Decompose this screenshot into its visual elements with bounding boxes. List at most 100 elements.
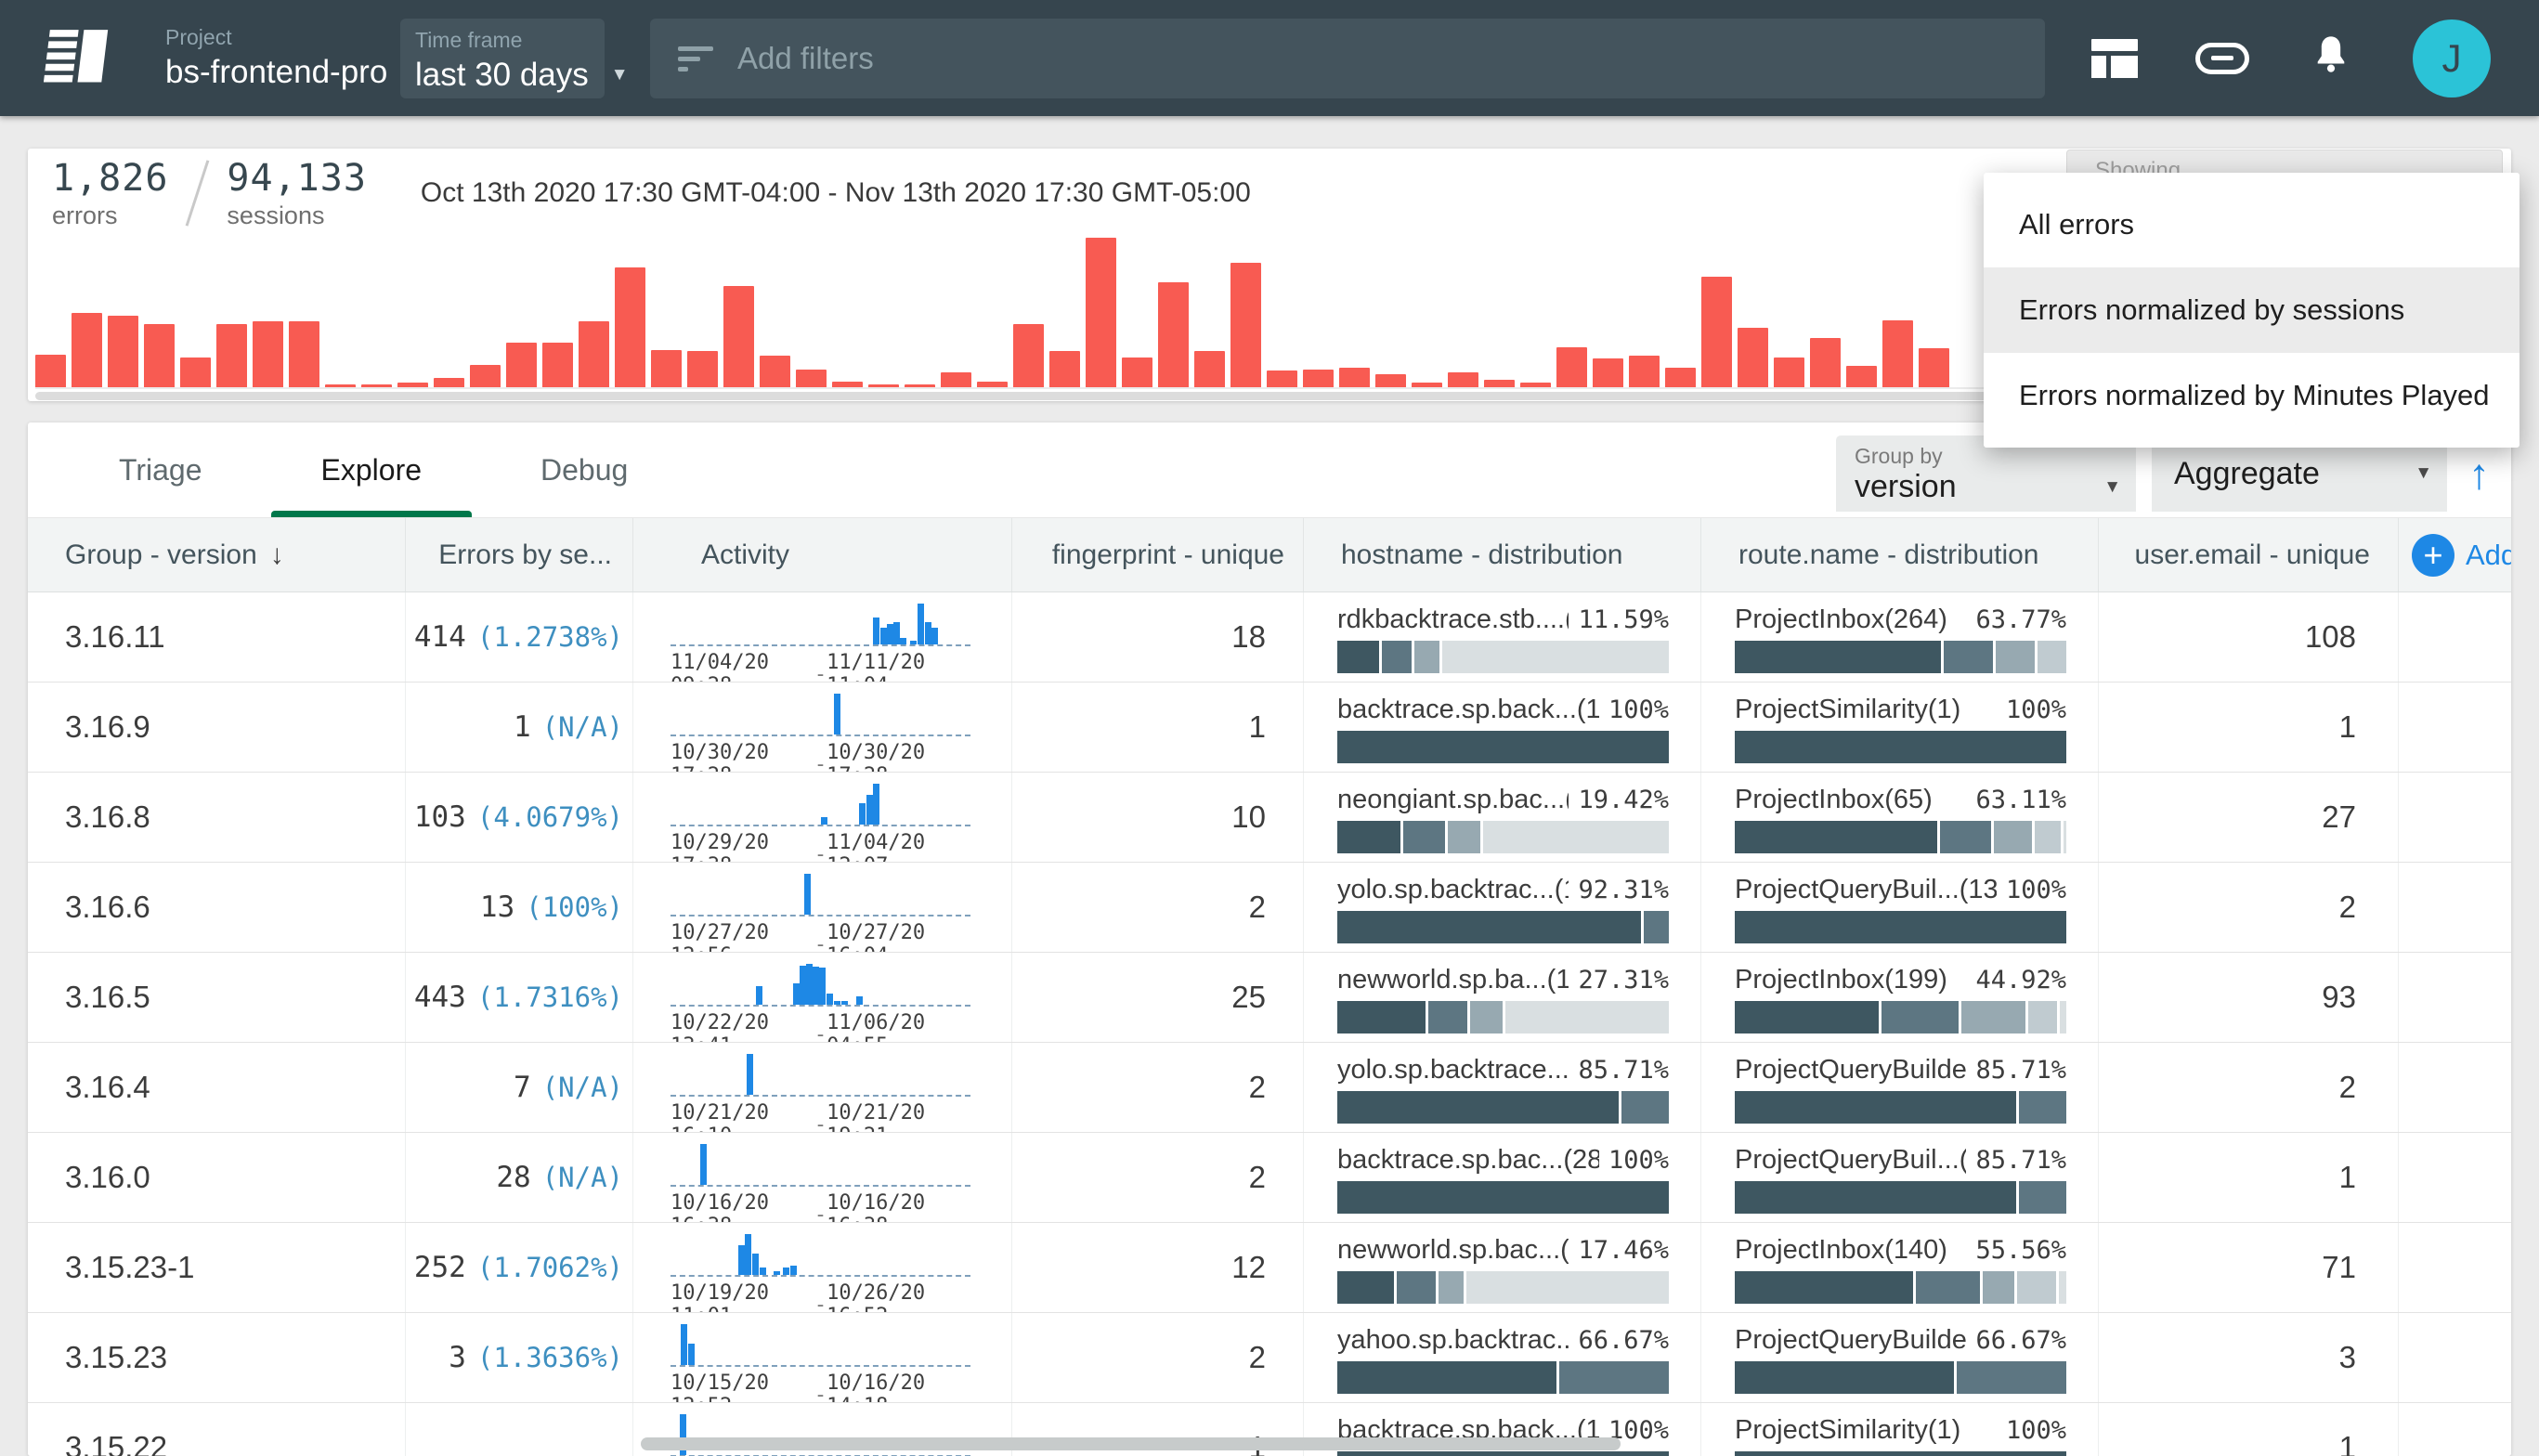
column-header-fingerprint[interactable]: fingerprint - unique xyxy=(1012,518,1304,592)
activity-sparkline xyxy=(671,694,970,736)
backtrace-logo[interactable] xyxy=(35,16,121,101)
route-distribution-bar xyxy=(1735,1001,2066,1034)
arrow-up-icon[interactable]: ↑ xyxy=(2468,448,2490,499)
timeframe-value: last 30 days xyxy=(415,57,589,94)
empty-add-cell xyxy=(2399,1133,2511,1222)
menu-item-all-errors[interactable]: All errors xyxy=(1984,182,2519,267)
fingerprint-cell: 1 xyxy=(1012,682,1304,772)
version-cell: 3.16.0 xyxy=(28,1133,406,1222)
date-separator: - xyxy=(814,933,827,953)
group-by-label: Group by xyxy=(1855,444,2121,469)
sort-descending-icon: ↓ xyxy=(270,540,284,571)
activity-cell: 10/30/20 17:28 - 10/30/20 17:28 xyxy=(633,682,1012,772)
version-cell: 3.15.23 xyxy=(28,1313,406,1402)
route-distribution-bar xyxy=(1735,731,2066,763)
route-distribution-bar xyxy=(1735,641,2066,673)
route-distribution-cell: ProjectInbox(140) 55.56% xyxy=(1701,1223,2099,1312)
project-value: bs-frontend-pro xyxy=(165,54,387,91)
activity-sparkline xyxy=(671,1144,970,1187)
dashboard-icon[interactable] xyxy=(2091,39,2138,78)
backtrace-app: Project bs-frontend-pro ▼ Time frame las… xyxy=(0,0,2539,1456)
tab-debug[interactable]: Debug xyxy=(487,422,682,517)
version-cell: 3.16.6 xyxy=(28,863,406,952)
user-email-cell: 1 xyxy=(2099,682,2399,772)
empty-add-cell xyxy=(2399,1223,2511,1312)
activity-cell: 10/22/20 13:41 - 11/06/20 04:55 xyxy=(633,953,1012,1042)
table-row[interactable]: 3.16.8 103 (4.0679%) 10/29/20 17:38 - 11… xyxy=(28,773,2511,863)
tab-triage[interactable]: Triage xyxy=(65,422,256,517)
route-distribution-cell: ProjectQueryBuilder(2) 66.67% xyxy=(1701,1313,2099,1402)
column-header-user-email[interactable]: user.email - unique xyxy=(2099,518,2399,592)
hostname-distribution-bar xyxy=(1337,1361,1669,1394)
route-distribution-bar xyxy=(1735,1361,2066,1394)
activity-cell: 10/19/20 11:01 - 10/26/20 16:52 xyxy=(633,1223,1012,1312)
sessions-count: 94,133 xyxy=(227,157,367,200)
add-filters-input[interactable]: Add filters xyxy=(650,19,2045,98)
route-distribution-cell: ProjectInbox(199) 44.92% xyxy=(1701,953,2099,1042)
stat-divider xyxy=(186,160,210,226)
avatar[interactable]: J xyxy=(2413,20,2491,98)
hostname-distribution-bar xyxy=(1337,1451,1669,1456)
menu-item-errors-normalized-by-minutes-played[interactable]: Errors normalized by Minutes Played xyxy=(1984,353,2519,438)
errors-cell: 414 (1.2738%) xyxy=(406,592,633,682)
route-distribution-cell: ProjectQueryBuilder(6) 85.71% xyxy=(1701,1043,2099,1132)
hostname-distribution-cell: neongiant.sp.bac...(20) 19.42% xyxy=(1304,773,1701,862)
hostname-distribution-cell: rdkbacktrace.stb....(48) 11.59% xyxy=(1304,592,1701,682)
table-row[interactable]: 3.16.4 7 (N/A) 10/21/20 16:10 - 10/21/20… xyxy=(28,1043,2511,1133)
fingerprint-cell: 25 xyxy=(1012,953,1304,1042)
table-row[interactable]: 3.16.6 13 (100%) 10/27/20 12:56 - 10/27/… xyxy=(28,863,2511,953)
date-separator: - xyxy=(814,753,827,773)
empty-add-cell xyxy=(2399,953,2511,1042)
horizontal-scrollbar-thumb[interactable] xyxy=(641,1437,1621,1450)
activity-cell: 10/27/20 12:56 - 10/27/20 16:04 xyxy=(633,863,1012,952)
table-row[interactable]: 3.16.9 1 (N/A) 10/30/20 17:28 - 10/30/20… xyxy=(28,682,2511,773)
date-separator: - xyxy=(814,1384,827,1403)
tab-explore[interactable]: Explore xyxy=(267,422,476,517)
notifications-bell-icon[interactable] xyxy=(2307,32,2355,84)
date-separator: - xyxy=(814,1113,827,1133)
link-icon[interactable] xyxy=(2195,43,2249,74)
column-header-group-version[interactable]: Group - version ↓ xyxy=(28,518,406,592)
version-cell: 3.16.8 xyxy=(28,773,406,862)
group-by-value: version xyxy=(1855,469,1957,505)
user-email-cell: 2 xyxy=(2099,1043,2399,1132)
version-cell: 3.16.4 xyxy=(28,1043,406,1132)
errors-cell: 3 (1.3636%) xyxy=(406,1313,633,1402)
empty-add-cell xyxy=(2399,1043,2511,1132)
hostname-distribution-bar xyxy=(1337,1001,1669,1034)
version-cell: 3.16.9 xyxy=(28,682,406,772)
fingerprint-cell: 2 xyxy=(1012,1313,1304,1402)
empty-add-cell xyxy=(2399,863,2511,952)
column-header-hostname[interactable]: hostname - distribution xyxy=(1304,518,1701,592)
errors-cell: 1 (N/A) xyxy=(406,682,633,772)
user-email-cell: 93 xyxy=(2099,953,2399,1042)
column-header-activity[interactable]: Activity xyxy=(633,518,1012,592)
column-header-route-name[interactable]: route.name - distribution xyxy=(1701,518,2099,592)
empty-add-cell xyxy=(2399,682,2511,772)
hostname-distribution-bar xyxy=(1337,1271,1669,1304)
route-distribution-cell: ProjectQueryBuil...(24) 85.71% xyxy=(1701,1133,2099,1222)
column-header-errors[interactable]: Errors by se... xyxy=(406,518,633,592)
hostname-distribution-bar xyxy=(1337,821,1669,853)
version-cell: 3.16.5 xyxy=(28,953,406,1042)
hostname-distribution-cell: yahoo.sp.backtrac...(2) 66.67% xyxy=(1304,1313,1701,1402)
route-distribution-cell: ProjectInbox(65) 63.11% xyxy=(1701,773,2099,862)
add-column-button[interactable]: + Add column xyxy=(2399,518,2511,592)
menu-item-errors-normalized-by-sessions[interactable]: Errors normalized by sessions xyxy=(1984,267,2519,353)
activity-cell: 10/15/20 12:52 - 10/16/20 14:18 xyxy=(633,1313,1012,1402)
table-row[interactable]: 3.15.23-1 252 (1.7062%) 10/19/20 11:01 -… xyxy=(28,1223,2511,1313)
topbar: Project bs-frontend-pro ▼ Time frame las… xyxy=(0,0,2539,116)
table-row[interactable]: 3.16.5 443 (1.7316%) 10/22/20 13:41 - 11… xyxy=(28,953,2511,1043)
project-selector[interactable]: Project bs-frontend-pro ▼ xyxy=(165,25,427,91)
table-row[interactable]: 3.16.11 414 (1.2738%) 11/04/20 09:28 - 1… xyxy=(28,592,2511,682)
table-row[interactable]: 3.16.0 28 (N/A) 10/16/20 16:38 - 10/16/2… xyxy=(28,1133,2511,1223)
table-row[interactable]: 3.15.23 3 (1.3636%) 10/15/20 12:52 - 10/… xyxy=(28,1313,2511,1403)
version-cell: 3.15.23-1 xyxy=(28,1223,406,1312)
version-cell: 3.16.11 xyxy=(28,592,406,682)
timeframe-selector[interactable]: Time frame last 30 days ▼ xyxy=(400,19,605,98)
hostname-distribution-bar xyxy=(1337,1091,1669,1124)
chevron-down-icon: ▼ xyxy=(2415,463,2432,484)
user-email-cell: 3 xyxy=(2099,1313,2399,1402)
route-distribution-bar xyxy=(1735,911,2066,943)
empty-add-cell xyxy=(2399,773,2511,862)
